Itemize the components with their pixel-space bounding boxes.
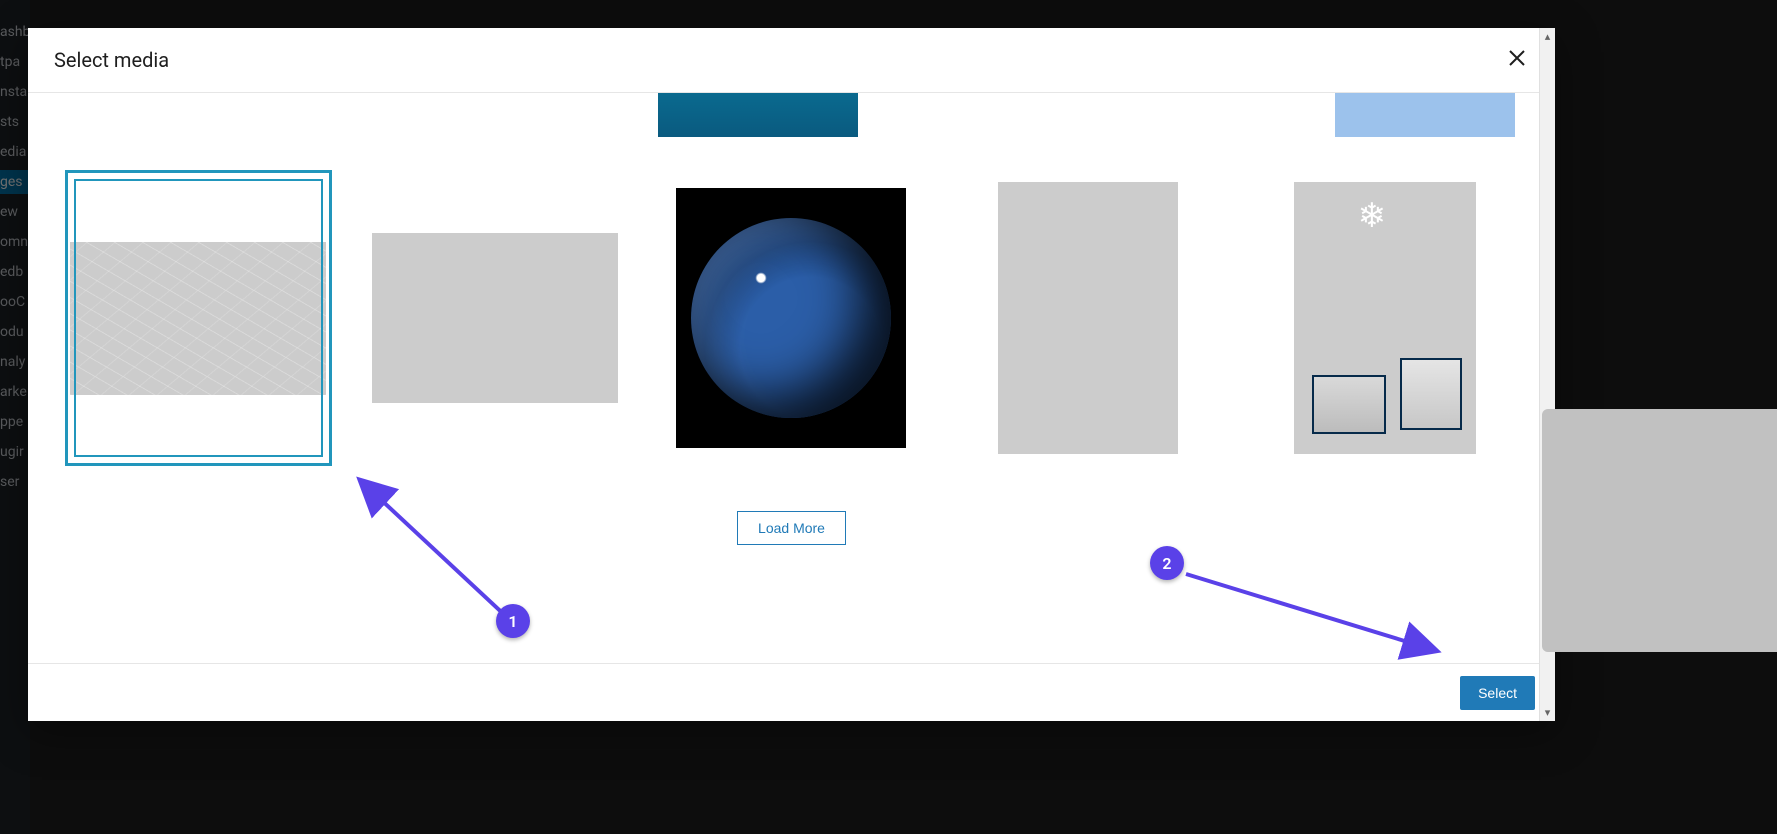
media-thumb-christmas-gifts[interactable]: ❄	[1254, 173, 1515, 463]
modal-footer: Select	[28, 663, 1555, 721]
annotation-badge-2: 2	[1150, 546, 1184, 580]
thumb-image	[676, 188, 906, 448]
modal-body: ❄ Load More	[28, 93, 1555, 663]
load-more-button[interactable]: Load More	[737, 511, 846, 545]
media-row-partial	[68, 93, 1515, 137]
media-thumb-shallow-water[interactable]	[365, 173, 626, 463]
load-more-row: Load More	[68, 511, 1515, 545]
select-media-modal: Select media ❄	[28, 28, 1555, 721]
modal-scrollbar[interactable]: ▴ ▾	[1539, 28, 1555, 721]
select-button[interactable]: Select	[1460, 676, 1535, 710]
scroll-down-icon[interactable]: ▾	[1540, 706, 1555, 719]
annotation-badge-1: 1	[496, 604, 530, 638]
thumb-image: ❄	[1294, 182, 1476, 454]
scroll-up-icon[interactable]: ▴	[1540, 30, 1555, 43]
modal-header: Select media	[28, 28, 1555, 93]
close-icon	[1505, 46, 1529, 70]
media-row: ❄	[68, 173, 1515, 463]
modal-title: Select media	[54, 48, 169, 72]
media-thumb-earth-globe[interactable]	[661, 173, 922, 463]
thumb-image	[372, 233, 618, 403]
close-button[interactable]	[1505, 46, 1529, 74]
media-thumb-desert-dunes[interactable]	[958, 173, 1219, 463]
media-thumb-partial[interactable]	[1335, 93, 1515, 137]
media-thumb-partial[interactable]	[658, 93, 858, 137]
media-thumb-ocean-waves[interactable]	[68, 173, 329, 463]
thumb-image	[998, 182, 1178, 454]
scrollbar-thumb[interactable]	[1542, 409, 1777, 652]
thumb-image	[70, 242, 326, 395]
